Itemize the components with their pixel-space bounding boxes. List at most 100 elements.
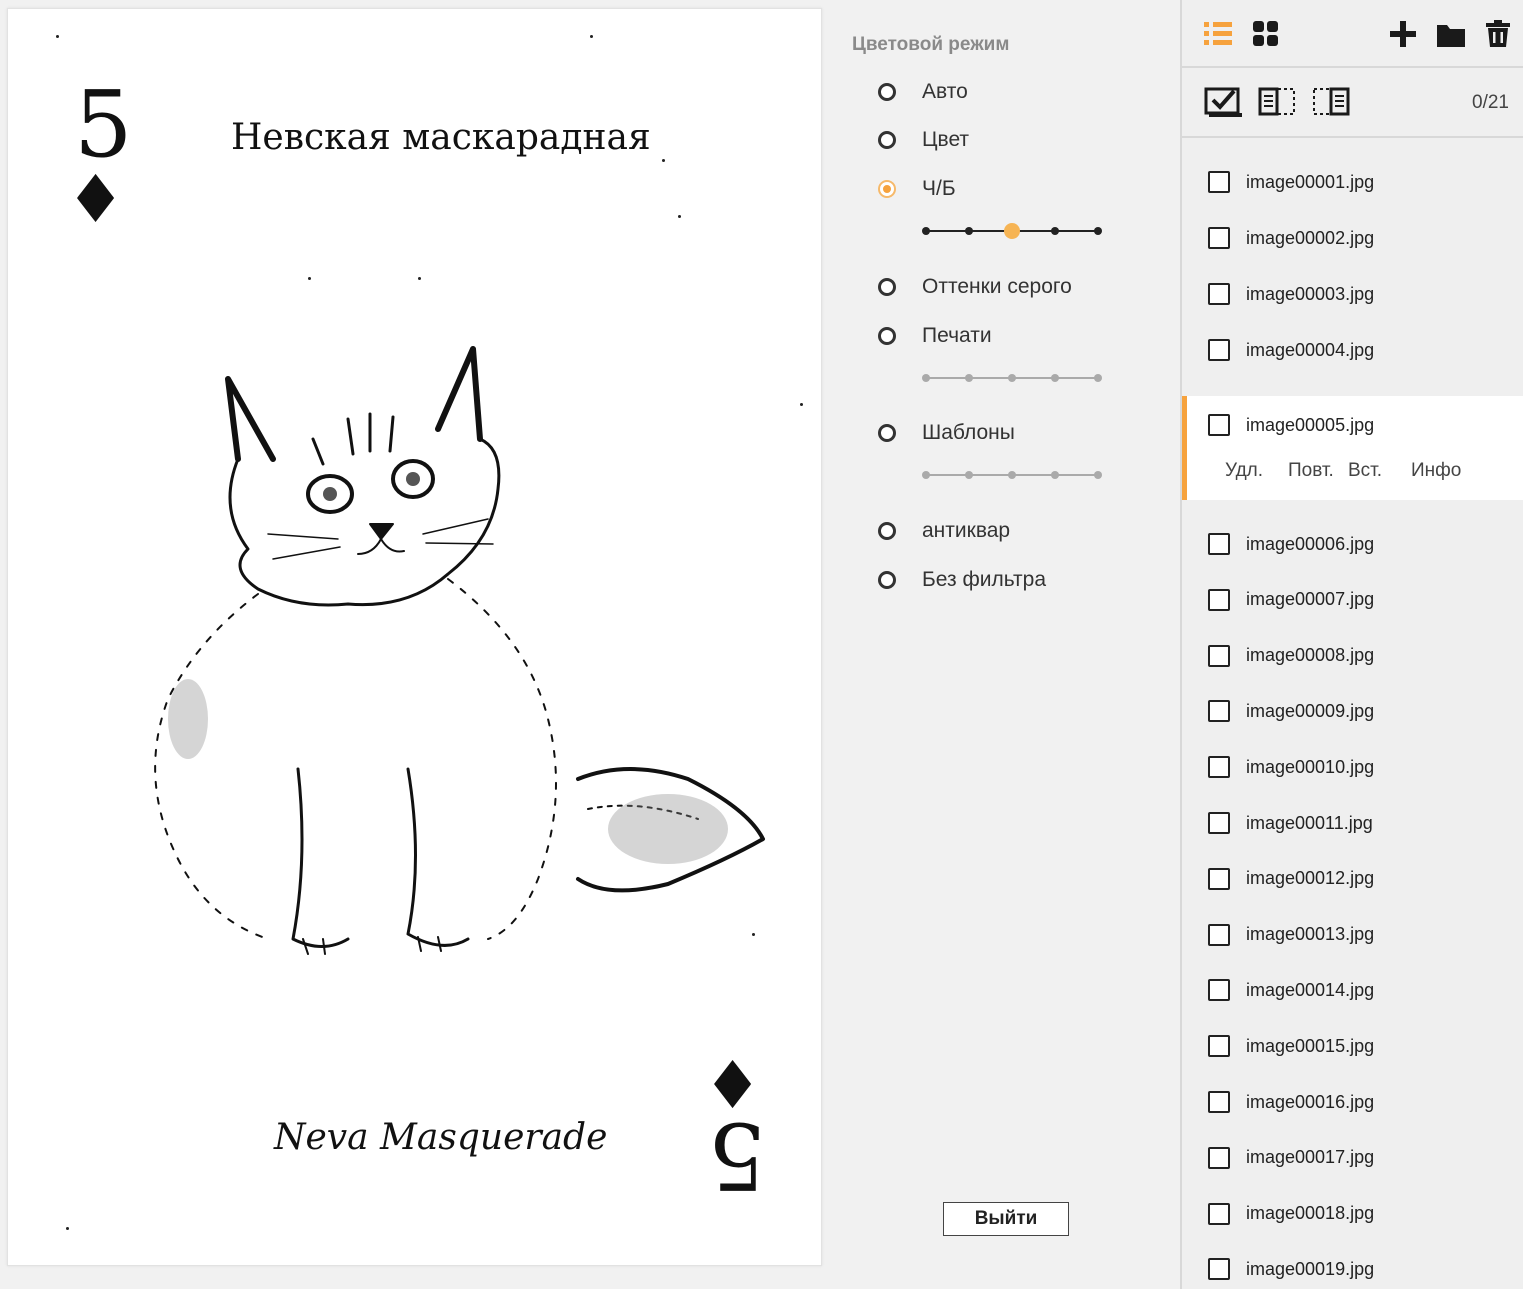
folder-icon[interactable] — [1436, 22, 1466, 48]
radio-button[interactable] — [878, 571, 896, 589]
file-row[interactable]: image00017.jpg — [1182, 1130, 1523, 1186]
scan-speck — [308, 277, 311, 280]
slider-tick — [1051, 374, 1059, 382]
file-row[interactable]: image00008.jpg — [1182, 628, 1523, 684]
app-window: 5 ♦ Невская маскарадная Neva Masquerade … — [0, 0, 1523, 1289]
mode-option-label: Цвет — [922, 128, 970, 151]
repeat-action-button[interactable]: Повт. — [1288, 460, 1334, 482]
file-row[interactable]: image00012.jpg — [1182, 851, 1523, 907]
radio-button[interactable] — [878, 131, 896, 149]
file-name: image00006.jpg — [1246, 533, 1375, 554]
file-row[interactable]: image00011.jpg — [1182, 795, 1523, 851]
radio-button[interactable] — [878, 327, 896, 345]
file-checkbox[interactable] — [1208, 1146, 1230, 1169]
card-rank-bottom: 5 — [708, 1102, 767, 1209]
mode-option-bw[interactable]: Ч/Б — [878, 172, 956, 206]
radio-button[interactable] — [878, 522, 896, 540]
insert-action-button[interactable]: Вст. — [1348, 460, 1382, 482]
bw-threshold-slider[interactable] — [922, 223, 1102, 239]
file-name: image00004.jpg — [1246, 339, 1375, 360]
select-all-icon[interactable] — [1204, 86, 1244, 118]
scan-speck — [66, 1227, 69, 1230]
mode-option-antique[interactable]: антиквар — [878, 514, 1010, 548]
radio-button[interactable] — [878, 424, 896, 442]
file-checkbox[interactable] — [1208, 1202, 1230, 1225]
color-mode-title: Цветовой режим — [852, 34, 1010, 55]
card-title-russian: Невская маскарадная — [231, 117, 651, 158]
slider-tick — [1051, 471, 1059, 479]
slider-tick — [1094, 471, 1102, 479]
plus-icon[interactable] — [1389, 20, 1417, 48]
mode-option-templates[interactable]: Шаблоны — [878, 416, 1015, 450]
file-name: image00007.jpg — [1246, 589, 1375, 610]
file-row-selected[interactable]: image00005.jpg Удл. Повт. Вст. Инфо — [1182, 396, 1523, 500]
file-checkbox[interactable] — [1208, 414, 1230, 436]
file-row[interactable]: image00006.jpg — [1182, 516, 1523, 572]
file-name: image00016.jpg — [1246, 1091, 1375, 1112]
file-row[interactable]: image00009.jpg — [1182, 683, 1523, 739]
radio-button-checked[interactable] — [878, 180, 896, 198]
file-name: image00008.jpg — [1246, 645, 1375, 666]
file-row[interactable]: image00014.jpg — [1182, 962, 1523, 1018]
prints-slider[interactable] — [922, 370, 1102, 386]
mode-option-color[interactable]: Цвет — [878, 123, 969, 157]
slider-tick — [922, 471, 930, 479]
trash-icon[interactable] — [1485, 20, 1511, 48]
file-row[interactable]: image00003.jpg — [1182, 266, 1523, 322]
file-row[interactable]: image00015.jpg — [1182, 1018, 1523, 1074]
file-checkbox[interactable] — [1208, 923, 1230, 946]
grid-view-icon[interactable] — [1252, 20, 1280, 48]
slider-tick — [1051, 227, 1059, 235]
mode-option-prints[interactable]: Печати — [878, 319, 992, 353]
file-checkbox[interactable] — [1208, 1091, 1230, 1113]
templates-slider[interactable] — [922, 467, 1102, 483]
info-action-button[interactable]: Инфо — [1411, 460, 1461, 482]
mode-option-label: Печати — [922, 324, 992, 347]
playing-card-preview: 5 ♦ Невская маскарадная Neva Masquerade … — [7, 8, 822, 1266]
radio-button[interactable] — [878, 83, 896, 101]
file-name: image00013.jpg — [1246, 924, 1375, 945]
file-row[interactable]: image00013.jpg — [1182, 907, 1523, 963]
file-row[interactable]: image00010.jpg — [1182, 739, 1523, 795]
slider-tick — [1008, 374, 1016, 382]
scan-speck — [800, 403, 803, 406]
file-name: image00019.jpg — [1246, 1258, 1375, 1279]
mode-option-label: Оттенки серого — [922, 275, 1072, 298]
file-checkbox[interactable] — [1208, 756, 1230, 779]
file-row[interactable]: image00007.jpg — [1182, 572, 1523, 628]
file-checkbox[interactable] — [1208, 812, 1230, 834]
mode-option-grayscale[interactable]: Оттенки серого — [878, 270, 1072, 304]
file-row[interactable]: image00004.jpg — [1182, 322, 1523, 378]
file-checkbox[interactable] — [1208, 979, 1230, 1002]
file-checkbox[interactable] — [1208, 867, 1230, 890]
file-checkbox[interactable] — [1208, 700, 1230, 723]
file-row[interactable]: image00019.jpg — [1182, 1241, 1523, 1289]
file-checkbox[interactable] — [1208, 588, 1230, 611]
file-checkbox[interactable] — [1208, 227, 1230, 249]
select-right-icon[interactable] — [1312, 86, 1352, 118]
file-row[interactable]: image00016.jpg — [1182, 1074, 1523, 1130]
file-checkbox[interactable] — [1208, 171, 1230, 193]
delete-action-button[interactable]: Удл. — [1225, 460, 1263, 482]
file-row[interactable]: image00001.jpg — [1182, 154, 1523, 210]
list-view-icon[interactable] — [1204, 20, 1232, 48]
select-left-icon[interactable] — [1258, 86, 1298, 118]
diamond-suit-icon: ♦ — [66, 161, 126, 238]
slider-thumb[interactable] — [1004, 223, 1020, 239]
selected-file-line[interactable]: image00005.jpg — [1187, 414, 1374, 436]
file-checkbox[interactable] — [1208, 1035, 1230, 1058]
file-checkbox[interactable] — [1208, 644, 1230, 667]
mode-option-no-filter[interactable]: Без фильтра — [878, 563, 1046, 597]
file-name: image00009.jpg — [1246, 700, 1375, 721]
file-checkbox[interactable] — [1208, 283, 1230, 305]
file-checkbox[interactable] — [1208, 339, 1230, 361]
cat-illustration — [154, 346, 765, 955]
file-checkbox[interactable] — [1208, 533, 1230, 555]
card-title-english: Neva Masquerade — [274, 1117, 608, 1158]
exit-button[interactable]: Выйти — [943, 1202, 1069, 1236]
radio-button[interactable] — [878, 278, 896, 296]
file-row[interactable]: image00002.jpg — [1182, 210, 1523, 266]
file-checkbox[interactable] — [1208, 1258, 1230, 1281]
mode-option-auto[interactable]: Авто — [878, 75, 968, 109]
file-row[interactable]: image00018.jpg — [1182, 1186, 1523, 1242]
